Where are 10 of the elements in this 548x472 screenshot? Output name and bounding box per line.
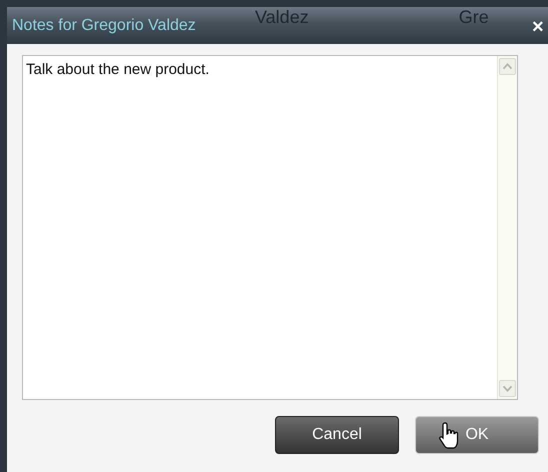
scroll-down-icon[interactable] <box>499 380 516 397</box>
scroll-bar[interactable] <box>497 56 517 399</box>
cancel-button[interactable]: Cancel <box>275 416 399 454</box>
background-text: Gre <box>458 7 489 28</box>
close-button[interactable]: × <box>532 17 544 37</box>
background-text: Valdez <box>255 7 309 28</box>
scroll-up-icon[interactable] <box>499 58 516 75</box>
dialog-title: Notes for Gregorio Valdez <box>12 16 196 34</box>
ok-button[interactable]: OK <box>415 416 539 454</box>
notes-text-area[interactable]: Talk about the new product. <box>22 55 518 400</box>
